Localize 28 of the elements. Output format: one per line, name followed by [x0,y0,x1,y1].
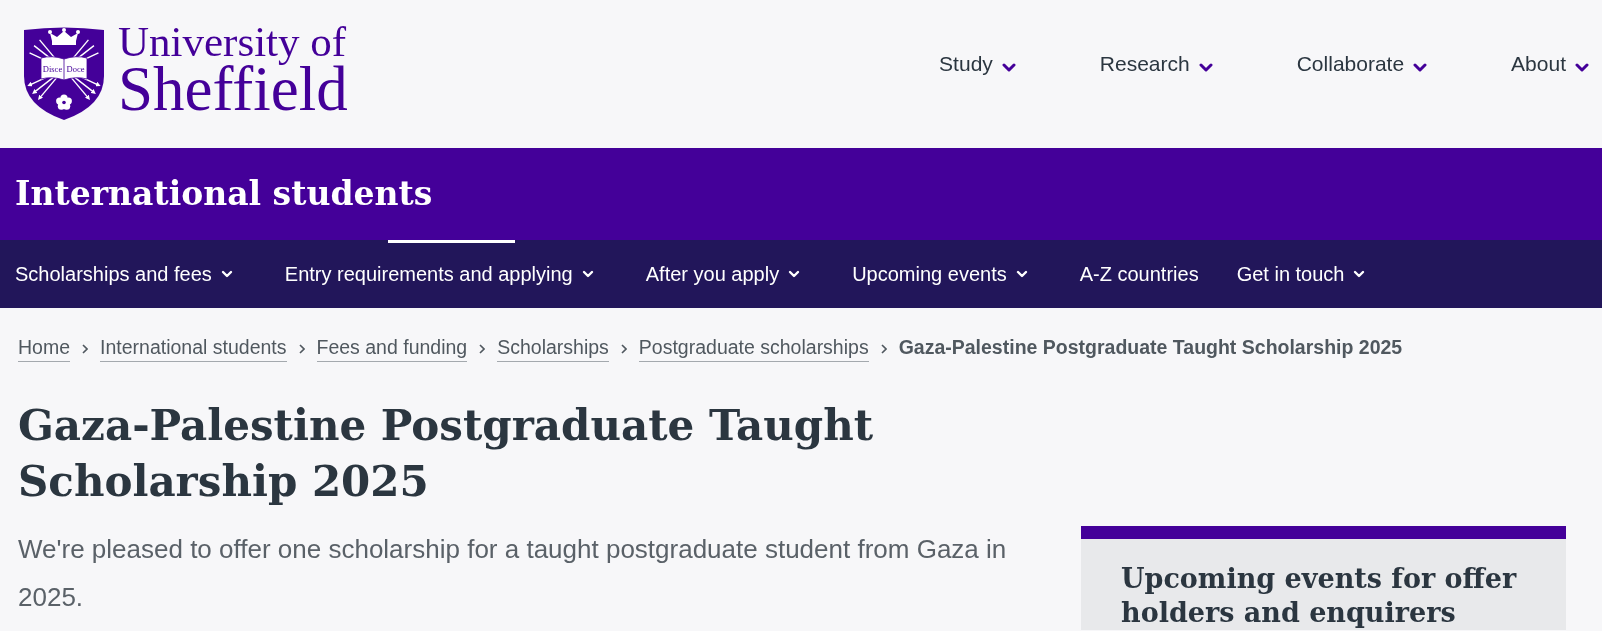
chevron-right-icon [620,343,627,354]
breadcrumb-link[interactable]: Home [18,335,71,362]
nav-link[interactable]: Research [1099,49,1213,79]
logo-wordmark[interactable]: University of Sheffield [118,20,348,115]
breadcrumb-link[interactable]: International students [100,335,287,362]
section-title[interactable]: International students [15,173,433,215]
motto-text: Doce [66,64,85,74]
page-title: Gaza-Palestine Postgraduate Taught Scholarship 2025 [18,400,875,508]
card-title: Upcoming events for offer holders and enquirers [1121,562,1518,630]
breadcrumb-link[interactable]: Scholarships [497,335,609,362]
nav-link[interactable]: About [1511,49,1589,79]
chevron-right-icon [880,343,887,354]
section-nav-link[interactable]: Upcoming events [852,240,1042,308]
breadcrumb-current: Gaza-Palestine Postgraduate Taught Scholarship 2025 [898,335,1403,360]
chevron-right-icon [479,343,486,354]
chevron-right-icon [82,343,89,354]
chevron-right-icon [298,343,305,354]
section-nav-link[interactable]: Scholarships and fees [15,240,247,308]
section-nav-link[interactable]: Get in touch [1236,240,1380,308]
breadcrumb-link[interactable]: Postgraduate scholarships [638,335,869,362]
nav-link[interactable]: Collaborate [1296,49,1428,79]
motto-text: Disce [42,64,63,74]
section-nav-link[interactable]: After you apply [645,240,815,308]
breadcrumb-link[interactable]: Fees and funding [316,335,468,362]
section-nav-link[interactable]: A-Z countries [1079,240,1199,308]
nav-link[interactable]: Study [939,49,1016,79]
intro-text: We're pleased to offer one scholarship for a taught postgraduate student from Gaza in 2025. [18,533,1008,614]
section-nav-link[interactable]: Entry requirements and applying [284,240,608,308]
